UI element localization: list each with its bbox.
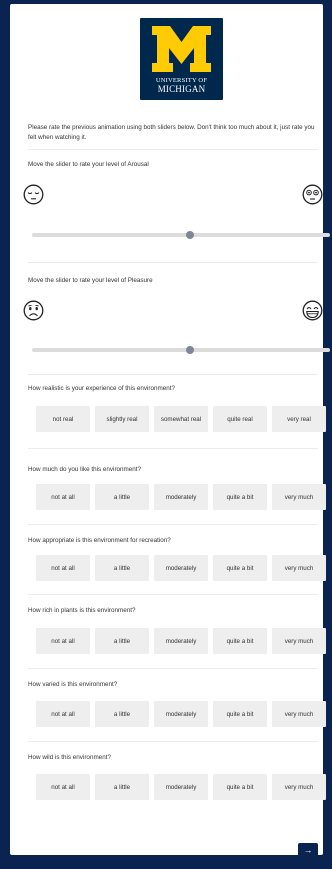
question-recreation-prompt: How appropriate is this environment for … <box>28 537 171 544</box>
university-logo: UNIVERSITY OF MICHIGAN <box>140 18 223 100</box>
option-a-little[interactable]: a little <box>95 628 149 654</box>
divider <box>28 448 318 449</box>
option-not-at-all[interactable]: not at all <box>36 774 90 800</box>
arousal-prompt: Move the slider to rate your level of Ar… <box>28 161 149 168</box>
divider <box>28 594 318 595</box>
pleasure-slider-thumb[interactable] <box>185 345 194 354</box>
pleasure-prompt: Move the slider to rate your level of Pl… <box>28 277 153 284</box>
option-somewhat-real[interactable]: somewhat real <box>154 406 208 432</box>
option-quite-real[interactable]: quite real <box>213 406 267 432</box>
wide-eyed-face-icon <box>302 184 323 205</box>
divider <box>28 262 318 263</box>
arousal-slider-thumb[interactable] <box>185 230 194 239</box>
option-a-little[interactable]: a little <box>95 484 149 510</box>
divider <box>28 149 318 150</box>
option-quite-a-bit[interactable]: quite a bit <box>213 484 267 510</box>
intro-text: Please rate the previous animation using… <box>28 124 315 141</box>
option-very-real[interactable]: very real <box>272 406 326 432</box>
arousal-slider[interactable] <box>32 230 330 239</box>
divider <box>28 374 318 375</box>
option-a-little[interactable]: a little <box>95 555 149 581</box>
option-a-little[interactable]: a little <box>95 774 149 800</box>
option-not-at-all[interactable]: not at all <box>36 484 90 510</box>
option-not-at-all[interactable]: not at all <box>36 555 90 581</box>
option-very-much[interactable]: very much <box>272 484 326 510</box>
option-moderately[interactable]: moderately <box>154 484 208 510</box>
option-not-at-all[interactable]: not at all <box>36 701 90 727</box>
grinning-face-icon <box>302 300 323 321</box>
option-very-much[interactable]: very much <box>272 555 326 581</box>
divider <box>28 524 318 525</box>
option-very-much[interactable]: very much <box>272 628 326 654</box>
option-moderately[interactable]: moderately <box>154 774 208 800</box>
question-variety-prompt: How varied is this environment? <box>28 681 118 688</box>
logo-text-line2: MICHIGAN <box>157 84 206 94</box>
question-wildness-prompt: How wild is this environment? <box>28 754 111 761</box>
question-plants-prompt: How rich in plants is this environment? <box>28 607 136 614</box>
question-realism-prompt: How realistic is your experience of this… <box>28 385 175 392</box>
option-not-at-all[interactable]: not at all <box>36 628 90 654</box>
frowning-face-icon <box>23 300 44 321</box>
logo-text-line1: UNIVERSITY OF <box>155 77 208 84</box>
option-moderately[interactable]: moderately <box>154 701 208 727</box>
option-very-much[interactable]: very much <box>272 774 326 800</box>
question-liking-prompt: How much do you like this environment? <box>28 466 142 473</box>
option-quite-a-bit[interactable]: quite a bit <box>213 555 267 581</box>
option-a-little[interactable]: a little <box>95 701 149 727</box>
block-m-icon <box>152 26 211 72</box>
pleasure-slider[interactable] <box>32 345 330 354</box>
divider <box>28 741 318 742</box>
option-slightly-real[interactable]: slightly real <box>95 406 149 432</box>
option-very-much[interactable]: very much <box>272 701 326 727</box>
next-button[interactable]: → <box>298 843 318 857</box>
divider <box>28 668 318 669</box>
option-moderately[interactable]: moderately <box>154 555 208 581</box>
option-quite-a-bit[interactable]: quite a bit <box>213 628 267 654</box>
survey-card: UNIVERSITY OF MICHIGAN Please rate the p… <box>10 4 330 855</box>
option-moderately[interactable]: moderately <box>154 628 208 654</box>
option-quite-a-bit[interactable]: quite a bit <box>213 774 267 800</box>
option-quite-a-bit[interactable]: quite a bit <box>213 701 267 727</box>
sleepy-face-icon <box>23 184 44 205</box>
option-not-real[interactable]: not real <box>36 406 90 432</box>
